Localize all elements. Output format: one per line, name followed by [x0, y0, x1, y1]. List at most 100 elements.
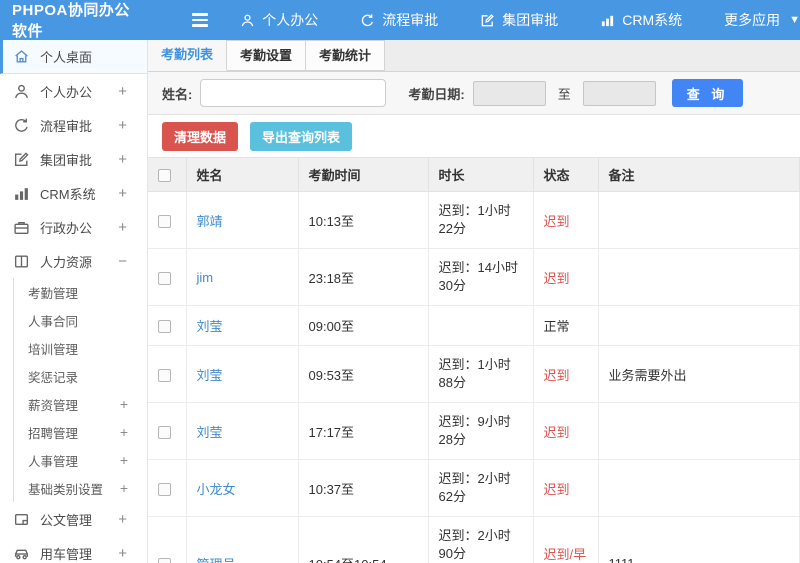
clear-data-button[interactable]: 清理数据: [162, 121, 239, 151]
sidebar-subitem-personnel-mgmt[interactable]: 人事管理 +: [14, 446, 147, 474]
sidebar-subitem-recruit-mgmt[interactable]: 招聘管理 +: [14, 418, 147, 446]
table-row: 刘莹 09:00至 正常: [148, 305, 800, 346]
home-icon: [13, 48, 30, 65]
row-checkbox[interactable]: [158, 557, 171, 563]
name-input[interactable]: [200, 79, 387, 107]
duration-cell: 迟到：2小时62分: [427, 459, 534, 517]
employee-name-link[interactable]: 刘莹: [197, 368, 223, 383]
employee-name-link[interactable]: 小龙女: [197, 482, 236, 497]
export-list-button[interactable]: 导出查询列表: [250, 121, 353, 151]
col-remark: 备注: [597, 157, 800, 192]
menu-toggle-icon[interactable]: [192, 10, 210, 30]
sidebar-subitem-base-category-settings[interactable]: 基础类别设置 +: [14, 474, 147, 502]
doc-icon: [13, 511, 30, 528]
sidebar-subitem-reward-punishment[interactable]: 奖惩记录: [14, 362, 147, 390]
sidebar-item-admin-office[interactable]: 行政办公 +: [0, 210, 147, 244]
sidebar-item-human-resources[interactable]: 人力资源 −: [0, 244, 147, 278]
attendance-time: 10:37至: [297, 459, 429, 517]
employee-name-link[interactable]: jim: [197, 270, 214, 285]
book-icon: [13, 253, 30, 270]
employee-name-link[interactable]: 管理员: [197, 557, 236, 563]
expand-plus-icon[interactable]: +: [120, 480, 128, 496]
sidebar-subitem-salary-mgmt[interactable]: 薪资管理 +: [14, 390, 147, 418]
duration-cell: 迟到：2小时90分早退：7小时10分: [427, 516, 534, 563]
row-checkbox[interactable]: [158, 214, 171, 228]
nav-crm-system[interactable]: CRM系统: [600, 10, 682, 30]
table-row: jim 23:18至 迟到：14小时30分 迟到: [148, 248, 800, 306]
row-checkbox[interactable]: [158, 320, 171, 334]
remark-cell: [597, 459, 800, 517]
col-status: 状态: [532, 157, 599, 192]
expand-plus-icon[interactable]: +: [118, 151, 127, 168]
table-row: 刘莹 09:53至 迟到：1小时88分 迟到 业务需要外出: [148, 345, 800, 403]
sidebar-item-personal-office[interactable]: 个人办公 +: [0, 74, 147, 108]
sidebar-item-group-approval[interactable]: 集团审批 +: [0, 142, 147, 176]
query-button[interactable]: 查 询: [671, 79, 744, 107]
sidebar-subitem-attendance-mgmt[interactable]: 考勤管理: [14, 278, 147, 306]
topbar: PHPOA协同办公软件 个人办公 流程审批 集团审批 CRM系统 更多应用 ▼: [0, 0, 800, 40]
col-time: 考勤时间: [297, 157, 429, 192]
row-checkbox[interactable]: [158, 425, 171, 439]
nav-group-approval[interactable]: 集团审批: [480, 10, 558, 30]
sidebar-item-vehicle-mgmt[interactable]: 用车管理 +: [0, 536, 147, 563]
nav-personal-office[interactable]: 个人办公: [240, 10, 318, 30]
date-from-input[interactable]: [472, 80, 546, 106]
nav-more-apps[interactable]: 更多应用 ▼: [724, 10, 800, 30]
select-all-checkbox[interactable]: [158, 169, 171, 183]
top-navigation: 个人办公 流程审批 集团审批 CRM系统 更多应用 ▼: [240, 10, 800, 30]
sidebar-item-workflow-approval[interactable]: 流程审批 +: [0, 108, 147, 142]
edit-icon: [13, 151, 30, 168]
briefcase-icon: [13, 219, 30, 236]
remark-cell: [597, 248, 800, 306]
sidebar-subitem-training-mgmt[interactable]: 培训管理: [14, 334, 147, 362]
row-checkbox[interactable]: [158, 482, 171, 496]
row-checkbox[interactable]: [158, 368, 171, 382]
date-to-input[interactable]: [582, 80, 656, 106]
remark-cell: [597, 305, 800, 346]
hr-submenu: 考勤管理 人事合同 培训管理 奖惩记录 薪资管理 + 招聘管理 + 人事管理 +: [13, 278, 147, 502]
sidebar-item-personal-desktop[interactable]: 个人桌面: [0, 40, 147, 74]
duration-cell: 迟到：14小时30分: [427, 248, 534, 306]
attendance-time: 23:18至: [297, 248, 429, 306]
expand-plus-icon[interactable]: +: [120, 424, 128, 440]
status-text: 迟到: [543, 481, 570, 497]
employee-name-link[interactable]: 刘莹: [197, 425, 223, 440]
employee-name-link[interactable]: 郭靖: [197, 214, 223, 229]
sidebar-item-document-mgmt[interactable]: 公文管理 +: [0, 502, 147, 536]
status-text: 迟到: [543, 367, 570, 383]
tab-attendance-list[interactable]: 考勤列表: [148, 40, 228, 71]
tab-attendance-settings[interactable]: 考勤设置: [227, 40, 307, 71]
expand-plus-icon[interactable]: +: [118, 511, 127, 528]
status-text: 迟到: [543, 424, 570, 440]
duration-cell: 迟到：1小时22分: [427, 191, 534, 249]
table-row: 刘莹 17:17至 迟到：9小时28分 迟到: [148, 402, 800, 460]
collapse-minus-icon[interactable]: −: [118, 253, 127, 270]
duration-cell: 迟到：1小时88分: [427, 345, 534, 403]
tab-attendance-stats[interactable]: 考勤统计: [306, 40, 386, 71]
person-icon: [240, 13, 255, 28]
expand-plus-icon[interactable]: +: [118, 185, 127, 202]
nav-workflow-approval[interactable]: 流程审批: [360, 10, 438, 30]
employee-name-link[interactable]: 刘莹: [197, 319, 223, 334]
sidebar-subitem-hr-contract[interactable]: 人事合同: [14, 306, 147, 334]
date-label: 考勤日期:: [408, 86, 465, 102]
expand-plus-icon[interactable]: +: [118, 83, 127, 100]
expand-plus-icon[interactable]: +: [120, 396, 128, 412]
flow-icon: [13, 117, 30, 134]
status-text: 正常: [543, 319, 570, 334]
to-label: 至: [557, 86, 571, 102]
name-label: 姓名:: [162, 86, 193, 102]
expand-plus-icon[interactable]: +: [118, 117, 127, 134]
expand-plus-icon[interactable]: +: [118, 545, 127, 562]
row-checkbox[interactable]: [158, 271, 171, 285]
app-title: PHPOA协同办公软件: [12, 2, 130, 40]
duration-cell: 迟到：9小时28分: [427, 402, 534, 460]
table-header-row: 姓名 考勤时间 时长 状态 备注: [148, 157, 800, 192]
table-row: 郭靖 10:13至 迟到：1小时22分 迟到: [148, 191, 800, 249]
attendance-time: 09:53至: [297, 345, 429, 403]
expand-plus-icon[interactable]: +: [118, 219, 127, 236]
main-content: 考勤列表 考勤设置 考勤统计 姓名: 考勤日期: 至 查 询 清理数据 导出查询…: [148, 40, 800, 563]
sidebar-item-crm-system[interactable]: CRM系统 +: [0, 176, 147, 210]
expand-plus-icon[interactable]: +: [120, 452, 128, 468]
table-row: 管理员 10:54至10:54 迟到：2小时90分早退：7小时10分 迟到/早退…: [148, 516, 800, 563]
